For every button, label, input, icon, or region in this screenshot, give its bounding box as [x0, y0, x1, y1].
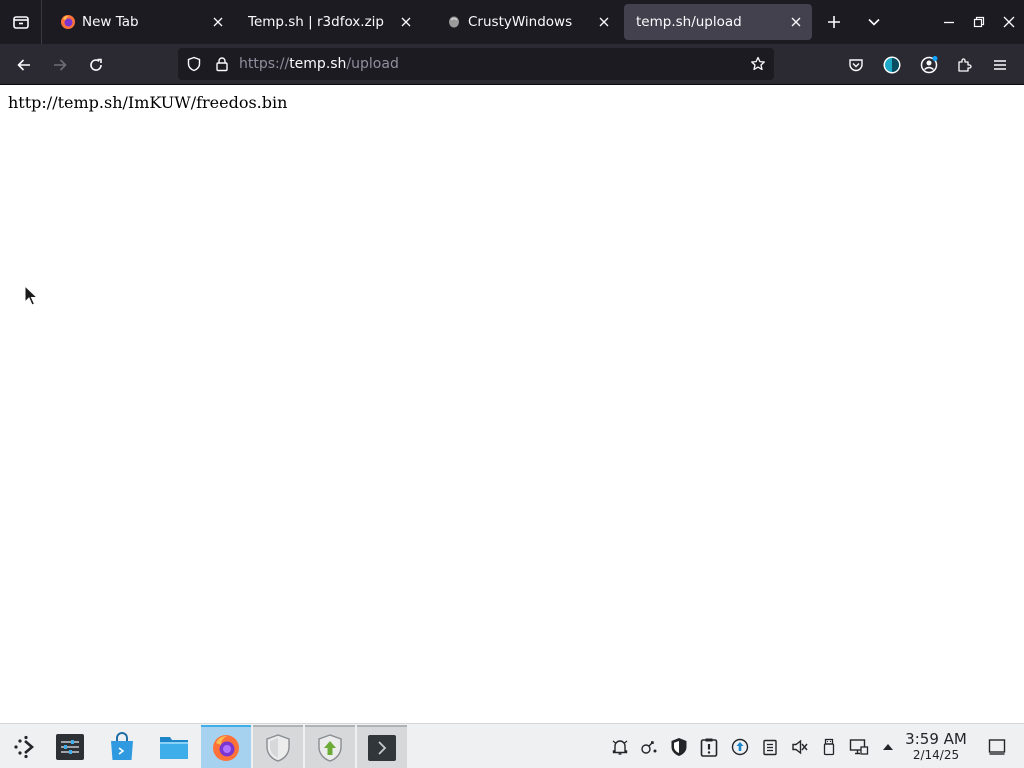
hamburger-menu-icon	[994, 60, 1006, 70]
new-tab-button[interactable]	[822, 10, 846, 34]
page-content: http://temp.sh/ImKUW/freedos.bin	[0, 85, 1024, 723]
tray-volume[interactable]	[789, 736, 811, 758]
tracking-protection-shield-icon[interactable]	[184, 54, 204, 74]
upload-result-url: http://temp.sh/ImKUW/freedos.bin	[8, 93, 288, 112]
tab-title: Temp.sh | r3dfox.zip	[248, 14, 384, 30]
show-desktop-icon	[988, 739, 1006, 755]
clock-time: 3:59 AM	[905, 730, 967, 748]
extension-button[interactable]	[878, 51, 906, 79]
minimize-button[interactable]	[937, 10, 961, 34]
close-icon	[1003, 16, 1015, 28]
tab-temp-sh-upload[interactable]: temp.sh/upload	[624, 4, 812, 40]
lock-icon[interactable]	[212, 54, 232, 74]
alarm-bell-icon	[612, 740, 628, 755]
account-button[interactable]	[915, 51, 943, 79]
tab-title: CrustyWindows	[468, 14, 573, 30]
digital-clock[interactable]: 3:59 AM 2/14/25	[902, 730, 970, 762]
clipboard-warning-icon	[700, 738, 718, 757]
url-text[interactable]: https://temp.sh/upload	[239, 56, 399, 72]
discover-store-button[interactable]	[97, 725, 147, 768]
network-wired-icon	[849, 739, 869, 755]
tray-clipboard-alert[interactable]	[698, 736, 720, 758]
account-icon	[920, 56, 938, 74]
restore-button[interactable]	[967, 10, 991, 34]
minimize-icon	[944, 21, 954, 24]
kde-launcher-icon	[14, 735, 34, 759]
tray-security-shield[interactable]	[668, 736, 690, 758]
pocket-icon	[849, 59, 863, 72]
arrow-right-icon	[54, 59, 67, 71]
tab-strip: New Tab Temp.sh | r3dfox.zip CrustyWindo…	[0, 0, 1024, 44]
tab-title: temp.sh/upload	[636, 14, 742, 30]
tray-removable-devices[interactable]	[818, 736, 840, 758]
firefox-icon	[60, 14, 76, 30]
tray-clipboard[interactable]	[759, 736, 781, 758]
tray-kdeconnect[interactable]	[638, 736, 660, 758]
close-tab-icon[interactable]	[210, 14, 226, 30]
url-host: temp.sh	[289, 56, 347, 72]
clock-date: 2/14/25	[912, 748, 960, 762]
puzzle-piece-icon	[958, 58, 972, 72]
shield-icon	[671, 738, 687, 756]
taskbar: 3:59 AM 2/14/25	[0, 723, 1024, 768]
extension-circle-icon	[883, 56, 901, 74]
shopping-bag-icon	[111, 732, 133, 760]
plus-icon	[828, 16, 840, 28]
tray-notifications[interactable]	[609, 736, 631, 758]
update-app-taskbar-button[interactable]	[305, 725, 355, 768]
close-tab-icon[interactable]	[596, 14, 612, 30]
navigation-toolbar: https://temp.sh/upload	[0, 44, 1024, 85]
tray-updates[interactable]	[729, 736, 751, 758]
firefox-taskbar-button[interactable]	[201, 725, 251, 768]
app-menu-button[interactable]	[986, 51, 1014, 79]
mouse-cursor-icon	[24, 285, 38, 306]
file-manager-button[interactable]	[149, 725, 199, 768]
url-scheme: https://	[239, 56, 290, 72]
system-settings-button[interactable]	[45, 725, 95, 768]
clipboard-icon	[763, 739, 777, 756]
restore-icon	[973, 16, 985, 28]
forward-button[interactable]	[46, 51, 74, 79]
show-desktop-button[interactable]	[986, 736, 1008, 758]
application-launcher-button[interactable]	[0, 725, 50, 768]
tab-temp-sh-r3dfox[interactable]: Temp.sh | r3dfox.zip	[236, 4, 422, 40]
url-path: /upload	[346, 56, 399, 72]
update-arrow-icon	[731, 738, 749, 756]
usb-drive-icon	[823, 738, 835, 756]
close-tab-icon[interactable]	[398, 14, 414, 30]
reload-icon	[90, 58, 102, 71]
reload-button[interactable]	[82, 51, 110, 79]
settings-sliders-icon	[56, 734, 84, 760]
close-tab-icon[interactable]	[788, 14, 804, 30]
tray-network[interactable]	[848, 736, 870, 758]
close-window-button[interactable]	[997, 10, 1021, 34]
terminal-taskbar-button[interactable]	[357, 725, 407, 768]
shield-app-taskbar-button[interactable]	[253, 725, 303, 768]
url-bar[interactable]: https://temp.sh/upload	[178, 48, 774, 80]
arrow-left-icon	[17, 59, 30, 71]
back-button[interactable]	[10, 51, 38, 79]
shield-icon	[266, 734, 290, 762]
chevron-down-icon	[868, 18, 880, 26]
bookmark-star-icon[interactable]	[748, 54, 768, 74]
volume-muted-icon	[792, 739, 808, 755]
list-all-tabs-button[interactable]	[0, 0, 42, 44]
tab-new-tab[interactable]: New Tab	[48, 4, 234, 40]
tab-title: New Tab	[82, 14, 139, 30]
tray-expand-button[interactable]	[877, 736, 899, 758]
tab-crusty-windows[interactable]: CrustyWindows	[434, 4, 620, 40]
firefox-icon	[213, 735, 239, 761]
terminal-icon	[368, 735, 396, 761]
tab-list-icon	[12, 16, 29, 29]
shield-upload-icon	[318, 734, 342, 762]
extensions-button[interactable]	[950, 51, 978, 79]
crusty-windows-icon	[446, 14, 462, 30]
connection-icon	[641, 741, 657, 754]
folder-icon	[160, 737, 188, 759]
pocket-button[interactable]	[842, 51, 870, 79]
tab-overflow-menu-button[interactable]	[862, 10, 886, 34]
arrow-up-icon	[883, 744, 893, 750]
